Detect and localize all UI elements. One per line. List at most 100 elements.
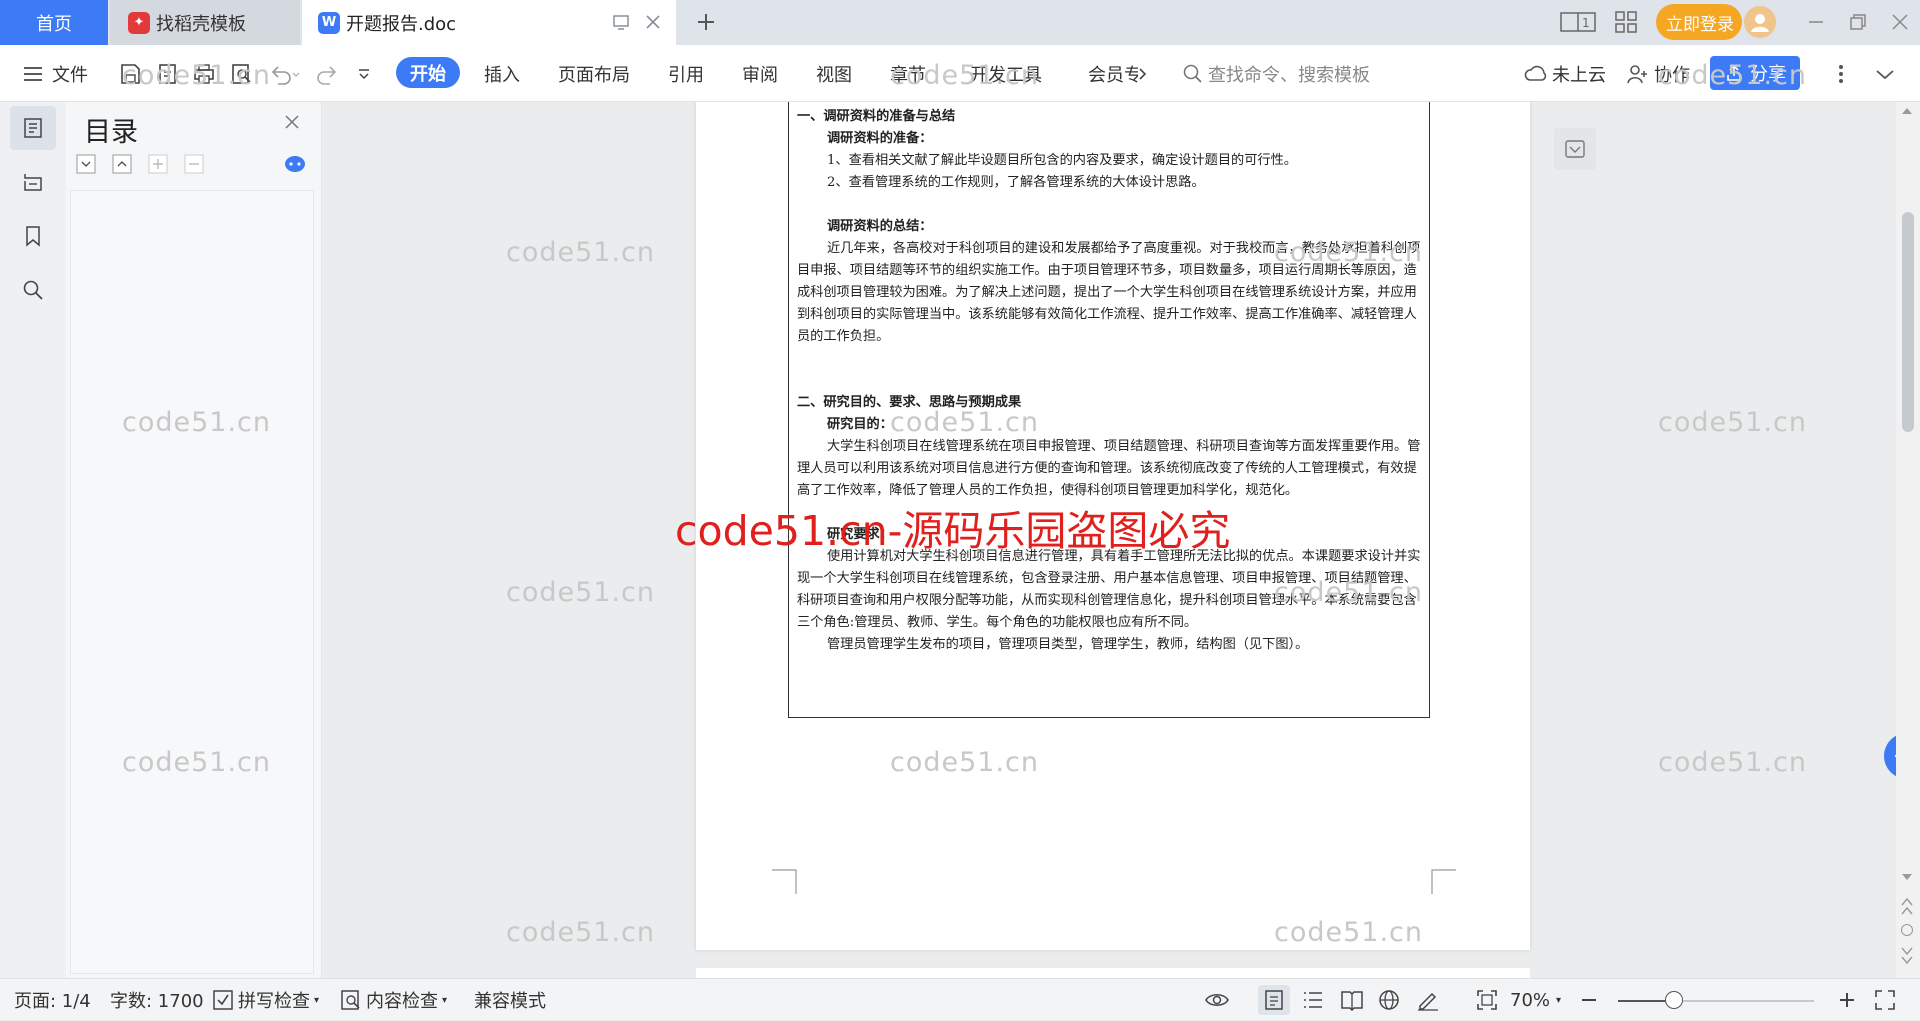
tab-templates[interactable]: ✦ 找稻壳模板: [110, 0, 300, 45]
chapter-nav-icon[interactable]: [10, 160, 56, 204]
outline-nav-icon[interactable]: [10, 106, 56, 150]
more-options-icon[interactable]: [1838, 45, 1844, 102]
tab-insert[interactable]: 插入: [484, 45, 520, 102]
tab-document[interactable]: W 开题报告.doc: [302, 0, 676, 45]
tab-review-label: 审阅: [742, 64, 778, 86]
watermark-text: code51.cn: [122, 747, 272, 778]
side-expand-button[interactable]: [1884, 733, 1896, 779]
tab-references[interactable]: 引用: [668, 45, 704, 102]
undo-icon[interactable]: [268, 45, 300, 102]
restore-icon[interactable]: [1848, 12, 1868, 32]
file-menu[interactable]: 文件: [22, 45, 88, 102]
subsection-heading: 调研资料的总结：: [827, 219, 933, 234]
quick-access-dropdown-icon[interactable]: [356, 45, 372, 102]
command-search[interactable]: 查找命令、搜索模板: [1182, 45, 1370, 102]
next-page: [696, 968, 1530, 978]
reading-mode-icon[interactable]: 1: [1560, 10, 1596, 34]
watermark-text: code51.cn: [122, 407, 272, 438]
content-check-icon: [341, 990, 360, 1010]
tab-view[interactable]: 视图: [816, 45, 852, 102]
tab-member[interactable]: 会员专: [1088, 45, 1138, 102]
page-indicator[interactable]: 页面: 1/4: [14, 979, 91, 1021]
tab-review[interactable]: 审阅: [742, 45, 778, 102]
redo-icon[interactable]: [316, 45, 340, 102]
report-table-cell[interactable]: 一、调研资料的准备与总结 调研资料的准备： 1、查看相关文献了解此毕设题目所包含的内…: [788, 102, 1430, 718]
cloud-status[interactable]: 未上云: [1524, 45, 1606, 102]
zoom-slider-thumb[interactable]: [1665, 991, 1683, 1009]
tab-home-label: 首页: [36, 13, 72, 35]
content-check[interactable]: 内容检查 ▾: [340, 979, 447, 1021]
select-browse-icon[interactable]: [1901, 924, 1913, 936]
spell-check[interactable]: 拼写检查 ▾: [212, 979, 319, 1021]
expand-all-icon[interactable]: [76, 154, 96, 174]
close-panel-icon[interactable]: [284, 114, 300, 130]
tab-page-layout-label: 页面布局: [558, 64, 630, 86]
tab-home[interactable]: 首页: [0, 0, 108, 45]
float-window-icon[interactable]: [612, 13, 630, 31]
filter-icon[interactable]: [1554, 128, 1596, 170]
eye-protect-icon[interactable]: [1204, 979, 1230, 1021]
zoom-out-icon[interactable]: [1580, 979, 1598, 1021]
zoom-level[interactable]: 70% ▾: [1510, 979, 1561, 1021]
watermark-text: code51.cn: [506, 577, 656, 608]
fullscreen-icon[interactable]: [1874, 979, 1896, 1021]
grid-apps-icon[interactable]: [1614, 10, 1638, 34]
bookmark-icon[interactable]: [10, 214, 56, 258]
tab-start-label: 开始: [410, 63, 446, 85]
add-heading-icon[interactable]: [148, 154, 168, 174]
spell-check-icon: [213, 990, 233, 1010]
minimize-icon[interactable]: [1806, 12, 1826, 32]
docer-icon: ✦: [128, 11, 150, 34]
user-add-icon: [1627, 64, 1647, 83]
content-check-label: 内容检查: [366, 991, 438, 1012]
tab-start[interactable]: 开始: [396, 57, 460, 88]
new-tab-icon[interactable]: [694, 10, 718, 34]
scroll-down-icon[interactable]: [1900, 870, 1914, 884]
login-button[interactable]: 立即登录: [1656, 4, 1742, 40]
page-view-icon[interactable]: [1258, 985, 1290, 1015]
zoom-in-icon[interactable]: [1838, 979, 1856, 1021]
remove-heading-icon[interactable]: [184, 154, 204, 174]
tab-page-layout[interactable]: 页面布局: [558, 45, 630, 102]
collapse-all-icon[interactable]: [112, 154, 132, 174]
watermark-text: code51.cn: [506, 237, 656, 268]
find-icon[interactable]: [10, 268, 56, 312]
tab-templates-label: 找稻壳模板: [156, 13, 246, 35]
outline-view-icon[interactable]: [1302, 979, 1324, 1021]
next-page-icon[interactable]: [1900, 944, 1914, 966]
write-mode-icon[interactable]: [1416, 979, 1440, 1021]
section-heading: 一、调研资料的准备与总结: [797, 109, 956, 124]
prev-page-icon[interactable]: [1900, 896, 1914, 918]
avatar[interactable]: [1744, 6, 1776, 38]
watermark-text: code51.cn: [122, 60, 272, 91]
page-margin-corner: [772, 869, 797, 894]
reading-view-icon[interactable]: [1340, 979, 1364, 1021]
watermark-text: code51.cn: [890, 407, 1040, 438]
scrollbar-thumb[interactable]: [1902, 212, 1914, 432]
ribbon-more-icon[interactable]: [1136, 45, 1150, 102]
smart-toc-icon[interactable]: [284, 154, 306, 174]
menu-icon: [24, 66, 42, 81]
close-window-icon[interactable]: [1890, 12, 1910, 32]
login-label: 立即登录: [1666, 14, 1734, 35]
watermark-text: code51.cn: [1658, 60, 1808, 91]
web-view-icon[interactable]: [1378, 979, 1400, 1021]
vertical-scrollbar[interactable]: [1896, 102, 1920, 978]
word-count[interactable]: 字数: 1700: [110, 979, 204, 1021]
collapse-ribbon-icon[interactable]: [1874, 45, 1896, 102]
scroll-up-icon[interactable]: [1900, 104, 1914, 118]
body-paragraph: 管理员管理学生发布的项目，管理项目类型，管理学生，教师，结构图（见下图）。: [827, 637, 1309, 652]
cloud-status-label: 未上云: [1552, 64, 1606, 86]
caret-down-icon: ▾: [314, 994, 320, 1006]
body-paragraph: 大学生科创项目在线管理系统在项目申报管理、项目结题管理、科研项目查询等方面发挥重…: [797, 439, 1421, 498]
watermark-text: code51.cn: [1658, 747, 1808, 778]
tab-bar: 首页 ✦ 找稻壳模板 W 开题报告.doc 1 立即登录: [0, 0, 1920, 45]
fit-page-icon[interactable]: [1476, 979, 1498, 1021]
caret-down-icon: ▾: [1556, 994, 1562, 1006]
body-paragraph: 2、查看管理系统的工作规则，了解各管理系统的大体设计思路。: [827, 175, 1205, 190]
close-tab-icon[interactable]: [644, 13, 662, 31]
caret-down-icon: ▾: [442, 994, 448, 1006]
cloud-icon: [1524, 65, 1547, 81]
